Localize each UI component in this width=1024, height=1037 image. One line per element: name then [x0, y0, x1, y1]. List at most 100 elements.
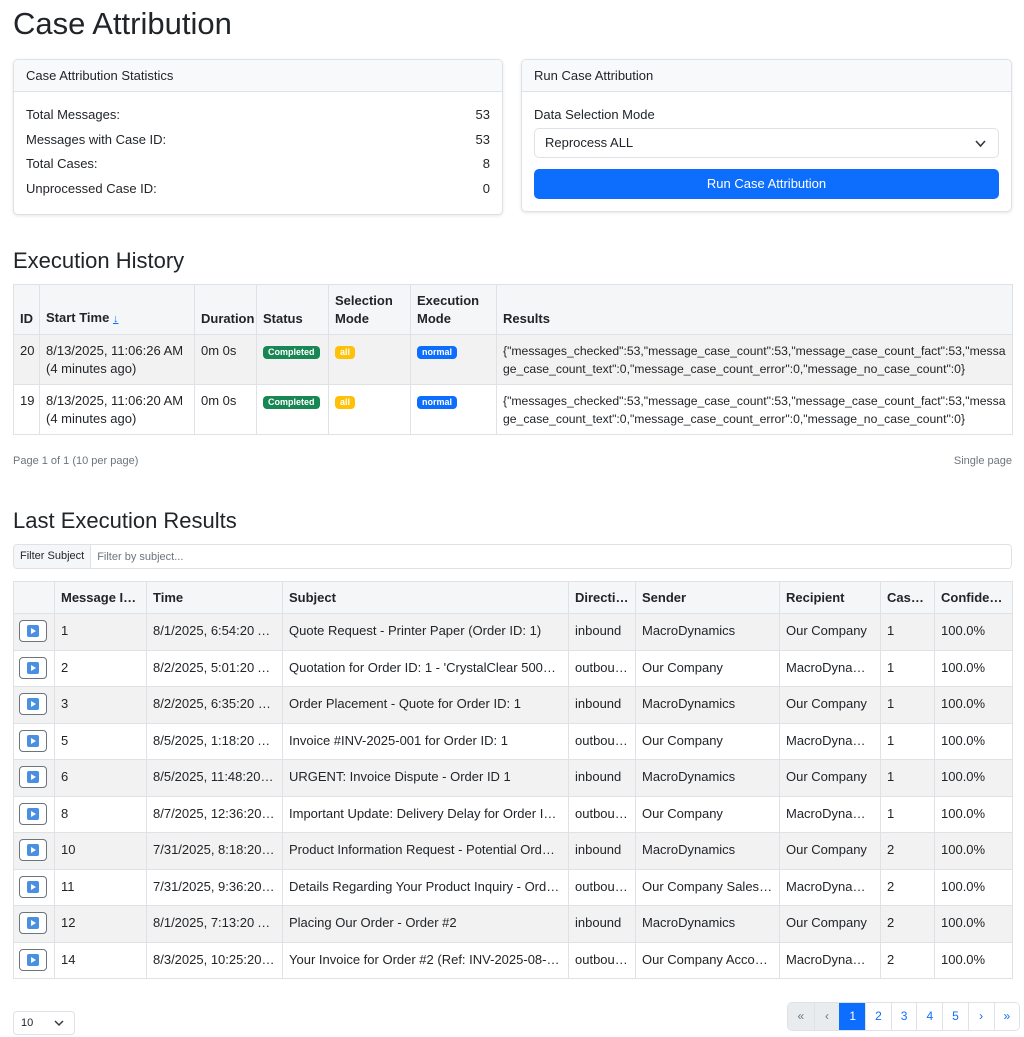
column-header-execution-mode[interactable]: Execution Mode [410, 284, 497, 335]
cell-message-id: 11 [54, 868, 147, 906]
page-size-value: 10 [21, 1017, 34, 1029]
cell-time: 8/2/2025, 6:35:20 PM [146, 686, 283, 724]
previous-page-button[interactable]: ‹ [813, 1003, 840, 1030]
column-header-case-id[interactable]: Case ID [880, 581, 935, 614]
column-header-results[interactable]: Results [496, 284, 1013, 335]
cell-subject: URGENT: Invoice Dispute - Order ID 1 [282, 759, 569, 797]
cell-subject: Placing Our Order - Order #2 [282, 905, 569, 943]
view-message-button[interactable] [19, 802, 47, 825]
cell-start-time: 8/13/2025, 11:06:26 AM (4 minutes ago) [39, 334, 195, 385]
cell-case-id: 1 [880, 649, 935, 687]
table-row: 6 8/5/2025, 11:48:20 PM URGENT: Invoice … [13, 759, 1013, 797]
cell-subject: Quote Request - Printer Paper (Order ID:… [282, 613, 569, 651]
history-page-mode: Single page [953, 455, 1012, 467]
column-header-selection-mode[interactable]: Selection Mode [328, 284, 411, 335]
cell-id: 20 [13, 334, 40, 385]
column-header-recipient[interactable]: Recipient [779, 581, 881, 614]
stat-value: 8 [482, 156, 490, 171]
cell-recipient: MacroDynamics [779, 868, 881, 906]
last-page-button[interactable]: » [993, 1003, 1020, 1030]
page-1-button[interactable]: 1 [839, 1003, 866, 1030]
column-header-status[interactable]: Status [256, 284, 329, 335]
column-header-id[interactable]: ID [13, 284, 40, 335]
column-header-start-time[interactable]: Start Time ↓ [39, 284, 195, 335]
execution-history-title: Execution History [13, 248, 185, 273]
column-header-duration[interactable]: Duration [194, 284, 257, 335]
next-page-button[interactable]: › [967, 1003, 994, 1030]
run-card-header: Run Case Attribution [522, 60, 1011, 92]
data-selection-mode-select[interactable]: Reprocess ALL [534, 128, 999, 158]
column-header-time[interactable]: Time [146, 581, 283, 614]
chevron-down-icon [54, 1012, 64, 1037]
cell-time: 7/31/2025, 9:36:20 PM [146, 868, 283, 906]
cell-start-time: 8/13/2025, 11:06:20 AM (4 minutes ago) [39, 384, 195, 435]
column-header-direction[interactable]: Direction [568, 581, 636, 614]
cell-direction: inbound [568, 686, 636, 724]
cell-subject: Your Invoice for Order #2 (Ref: INV-2025… [282, 941, 569, 979]
table-row[interactable]: 19 8/13/2025, 11:06:20 AM (4 minutes ago)… [13, 384, 1013, 435]
view-message-button[interactable] [19, 693, 47, 715]
cell-direction: inbound [568, 759, 636, 797]
view-message-button[interactable] [19, 912, 47, 934]
stat-total-cases: Total Cases: 8 [26, 156, 490, 172]
play-icon [27, 807, 39, 820]
page-2-button[interactable]: 2 [865, 1003, 891, 1030]
column-header-message-id[interactable]: Message ID ▼ [54, 581, 147, 614]
filter-subject-input[interactable] [91, 545, 1011, 568]
relative-time: (4 minutes ago) [46, 361, 137, 376]
cell-selection-mode: all [328, 384, 411, 435]
page-5-button[interactable]: 5 [942, 1003, 968, 1030]
history-page-info: Page 1 of 1 (10 per page) [13, 455, 139, 467]
cell-recipient: MacroDynamics [779, 722, 881, 760]
cell-case-id: 2 [880, 941, 935, 979]
cell-message-id: 3 [54, 686, 147, 724]
cell-confidence: 100.0% [934, 613, 1013, 651]
case-attribution-statistics-card: Case Attribution Statistics Total Messag… [13, 59, 503, 215]
cell-action [13, 686, 55, 724]
cell-results: {"messages_checked":53,"message_case_cou… [496, 334, 1013, 385]
view-message-button[interactable] [19, 948, 47, 971]
page-3-button[interactable]: 3 [890, 1003, 917, 1030]
stat-label: Total Messages: [26, 107, 120, 122]
view-message-button[interactable] [19, 839, 47, 861]
cell-confidence: 100.0% [934, 722, 1013, 760]
table-row: 2 8/2/2025, 5:01:20 AM Quotation for Ord… [13, 649, 1013, 687]
play-icon [27, 698, 39, 710]
pagination: « ‹ 1 2 3 4 5 › » [787, 1002, 1021, 1031]
table-row[interactable]: 20 8/13/2025, 11:06:26 AM (4 minutes ago)… [13, 334, 1013, 385]
execution-mode-badge: normal [417, 346, 458, 359]
cell-sender: Our Company Sales Te... [635, 868, 780, 906]
cell-recipient: MacroDynamics [779, 649, 881, 687]
column-header-confidence[interactable]: Confidence [934, 581, 1013, 614]
cell-action [13, 868, 55, 906]
status-badge: Completed [263, 346, 320, 359]
cell-time: 8/5/2025, 1:18:20 AM [146, 722, 283, 760]
sort-arrow-icon: ↓ [112, 313, 119, 325]
cell-confidence: 100.0% [934, 795, 1013, 833]
cell-time: 8/5/2025, 11:48:20 PM [146, 759, 283, 797]
column-header-label: Start Time [46, 310, 110, 325]
page-title: Case Attribution [13, 6, 232, 41]
first-page-button[interactable]: « [788, 1003, 814, 1030]
cell-recipient: Our Company [779, 613, 881, 651]
view-message-button[interactable] [19, 656, 47, 679]
view-message-button[interactable] [19, 620, 47, 642]
column-header-sender[interactable]: Sender [635, 581, 780, 614]
last-execution-results-table: Message ID ▼ Time Subject Direction Send… [13, 581, 1013, 979]
view-message-button[interactable] [19, 875, 47, 898]
view-message-button[interactable] [19, 729, 47, 752]
cell-sender: MacroDynamics [635, 759, 780, 797]
page-4-button[interactable]: 4 [916, 1003, 943, 1030]
view-message-button[interactable] [19, 766, 47, 788]
cell-confidence: 100.0% [934, 832, 1013, 870]
run-case-attribution-button[interactable]: Run Case Attribution [534, 169, 999, 199]
cell-recipient: Our Company [779, 905, 881, 943]
play-icon [27, 625, 39, 637]
column-header-subject[interactable]: Subject [282, 581, 569, 614]
cell-sender: MacroDynamics [635, 832, 780, 870]
cell-message-id: 5 [54, 722, 147, 760]
cell-confidence: 100.0% [934, 686, 1013, 724]
page-size-select[interactable]: 10 [13, 1011, 75, 1035]
cell-message-id: 1 [54, 613, 147, 651]
cell-time: 8/2/2025, 5:01:20 AM [146, 649, 283, 687]
